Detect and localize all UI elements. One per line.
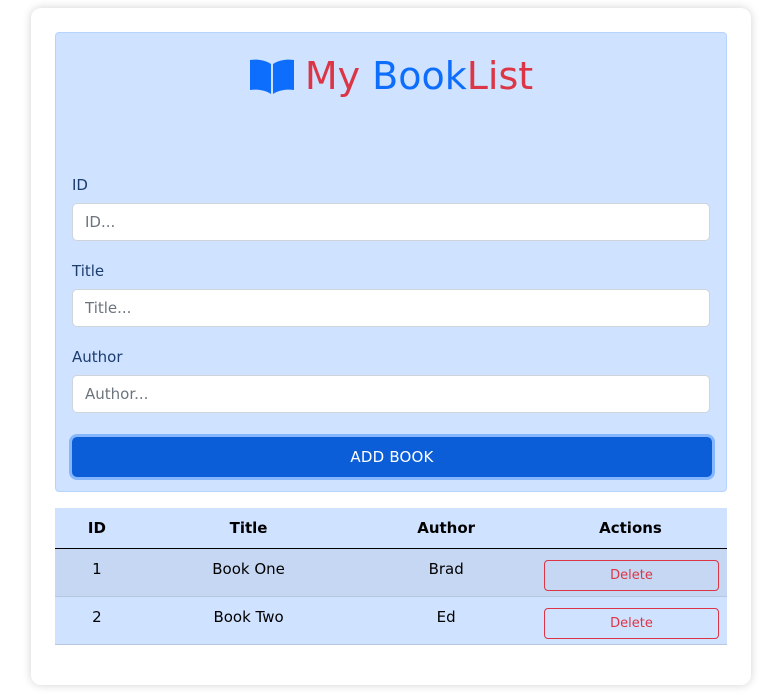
app-header: My BookList <box>56 51 726 101</box>
book-form-panel: My BookList ID Title Author ADD BOOK <box>55 32 727 492</box>
header-author: Author <box>358 508 534 549</box>
app-title-book: Book <box>372 54 467 98</box>
main-card: My BookList ID Title Author ADD BOOK ID … <box>31 8 751 685</box>
book-table: ID Title Author Actions 1 Book One Brad … <box>55 508 727 645</box>
table-header-row: ID Title Author Actions <box>55 508 727 549</box>
table-row: 1 Book One Brad Delete <box>55 548 727 597</box>
table-row: 2 Book Two Ed Delete <box>55 596 727 645</box>
header-id: ID <box>55 508 139 549</box>
app-title-my: My <box>304 54 373 98</box>
header-title: Title <box>138 508 359 549</box>
add-book-button[interactable]: ADD BOOK <box>72 437 712 477</box>
author-input[interactable] <box>72 375 710 413</box>
author-label: Author <box>72 348 123 366</box>
row-actions: Delete <box>533 596 727 645</box>
row-author: Ed <box>358 596 534 645</box>
app-title-list: List <box>466 54 534 98</box>
title-label: Title <box>72 262 105 280</box>
title-input[interactable] <box>72 289 710 327</box>
delete-button[interactable]: Delete <box>543 608 719 639</box>
row-title: Book Two <box>138 596 359 645</box>
row-author: Brad <box>358 548 534 597</box>
delete-button[interactable]: Delete <box>543 560 719 591</box>
row-id: 1 <box>55 548 139 597</box>
id-label: ID <box>72 176 88 194</box>
row-actions: Delete <box>533 548 727 597</box>
header-actions: Actions <box>533 508 727 549</box>
row-id: 2 <box>55 596 139 645</box>
open-book-icon <box>249 57 295 95</box>
app-title: My BookList <box>305 51 533 101</box>
row-title: Book One <box>138 548 359 597</box>
id-input[interactable] <box>72 203 710 241</box>
